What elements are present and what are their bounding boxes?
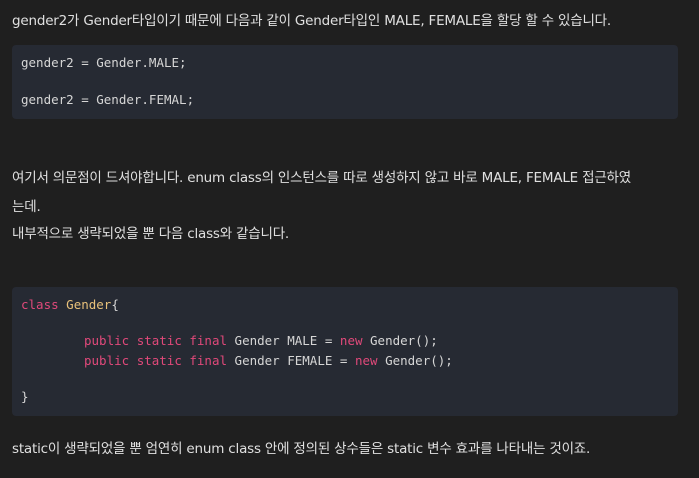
field-type: Gender: [234, 333, 280, 348]
keyword-public: public: [84, 333, 130, 348]
paragraph-question-line3: 내부적으로 생략되었을 뿐 다음 class와 같습니다.: [12, 226, 290, 242]
code-line-female-field: public static final Gender FEMALE = new …: [84, 353, 453, 368]
open-brace: {: [111, 297, 119, 312]
keyword-class: class: [21, 297, 59, 312]
code-line-male: gender2 = Gender.MALE;: [21, 55, 187, 70]
paragraph-conclusion: static이 생략되었을 뿐 엄연히 enum class 안에 정의된 상수…: [12, 441, 591, 457]
paragraph-question-line1: 여기서 의문점이 드셔야합니다. enum class의 인스턴스를 따로 생성…: [12, 170, 631, 186]
paragraph-intro: gender2가 Gender타입이기 때문에 다음과 같이 Gender타입인…: [12, 13, 611, 29]
code-block-class-definition: class Gender{ public static final Gender…: [12, 287, 678, 416]
paragraph-question-line2: 는데.: [12, 199, 41, 215]
keyword-static: static: [136, 333, 182, 348]
keyword-new: new: [354, 353, 378, 368]
code-line-female: gender2 = Gender.FEMAL;: [21, 92, 195, 107]
code-line-class-header: class Gender{: [21, 297, 119, 312]
class-name: Gender: [66, 297, 112, 312]
keyword-new: new: [339, 333, 363, 348]
keyword-static: static: [136, 353, 182, 368]
keyword-public: public: [84, 353, 130, 368]
field-type: Gender: [234, 353, 280, 368]
keyword-final: final: [189, 353, 228, 368]
field-assign: MALE =: [287, 333, 340, 348]
keyword-final: final: [189, 333, 228, 348]
code-block-assignment: gender2 = Gender.MALE; gender2 = Gender.…: [12, 45, 678, 119]
field-assign: FEMALE =: [287, 353, 355, 368]
code-line-male-field: public static final Gender MALE = new Ge…: [84, 333, 438, 348]
code-line-close-brace: }: [21, 389, 29, 404]
constructor-call: Gender();: [385, 353, 453, 368]
constructor-call: Gender();: [370, 333, 438, 348]
